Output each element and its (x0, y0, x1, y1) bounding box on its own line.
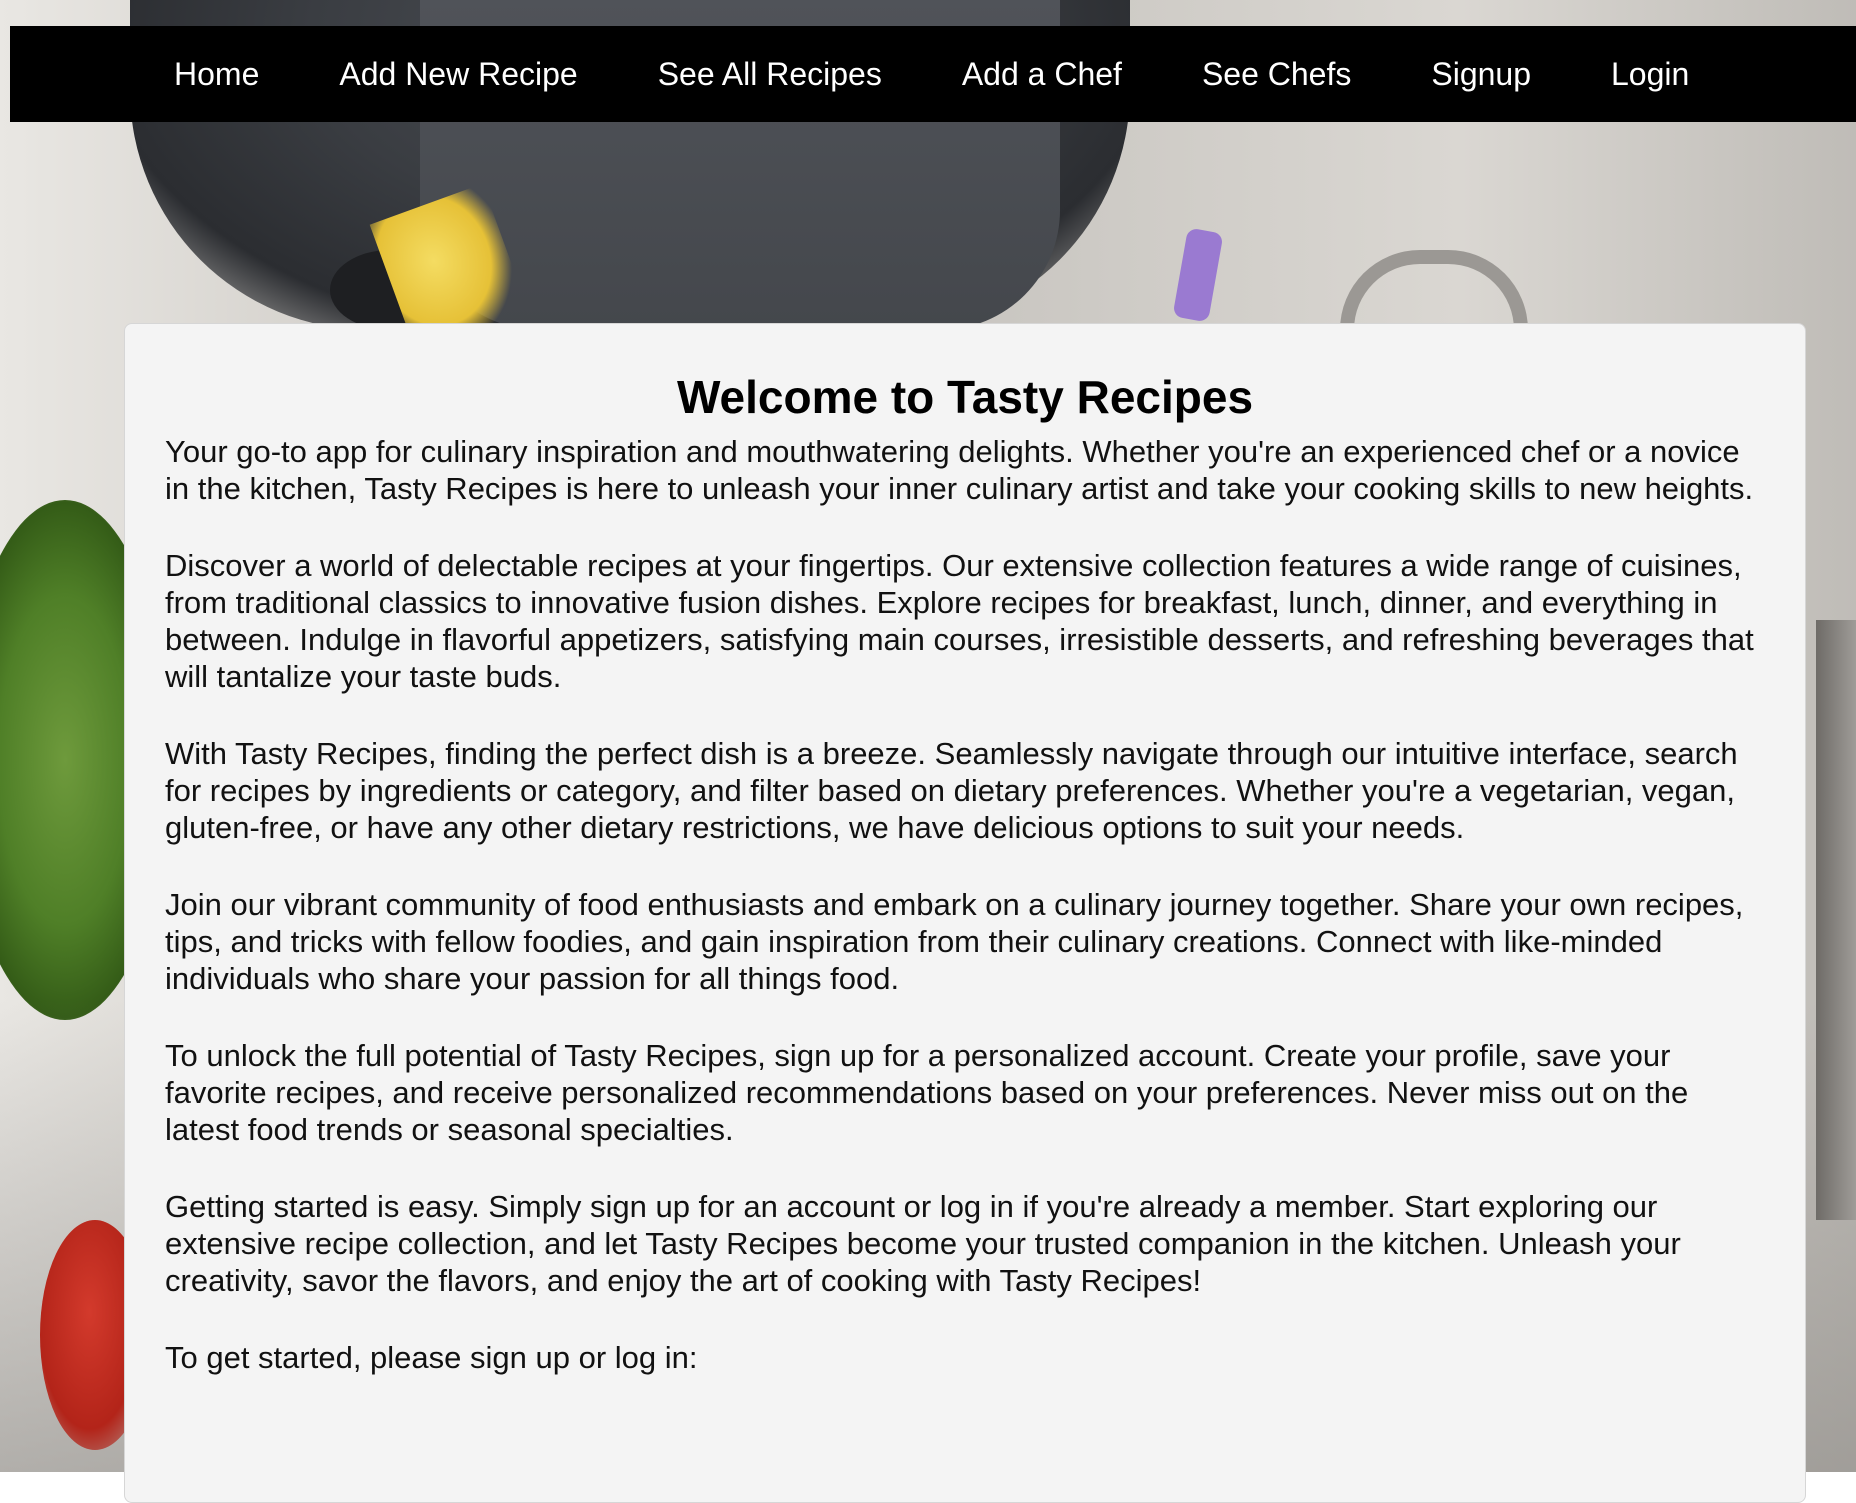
account-paragraph: To unlock the full potential of Tasty Re… (165, 1037, 1689, 1147)
getting-started-paragraph: Getting started is easy. Simply sign up … (165, 1188, 1681, 1298)
navigate-paragraph: With Tasty Recipes, finding the perfect … (165, 735, 1738, 845)
intro-paragraph: Your go-to app for culinary inspiration … (165, 433, 1754, 506)
nav-link-home[interactable]: Home (174, 58, 259, 90)
nav-link-signup[interactable]: Signup (1431, 58, 1531, 90)
nav-link-add-new-recipe[interactable]: Add New Recipe (339, 58, 577, 90)
welcome-card: Welcome to Tasty Recipes Your go-to app … (124, 323, 1806, 1503)
nav-link-add-a-chef[interactable]: Add a Chef (962, 58, 1122, 90)
nav-link-see-all-recipes[interactable]: See All Recipes (658, 58, 882, 90)
discover-paragraph: Discover a world of delectable recipes a… (165, 547, 1754, 694)
signup-prompt: To get started, please sign up or log in… (165, 1339, 698, 1375)
nav-link-see-chefs[interactable]: See Chefs (1202, 58, 1351, 90)
page-title: Welcome to Tasty Recipes (676, 371, 1254, 423)
nav-link-login[interactable]: Login (1611, 58, 1689, 90)
top-navbar: Home Add New Recipe See All Recipes Add … (10, 26, 1856, 122)
community-paragraph: Join our vibrant community of food enthu… (165, 886, 1744, 996)
